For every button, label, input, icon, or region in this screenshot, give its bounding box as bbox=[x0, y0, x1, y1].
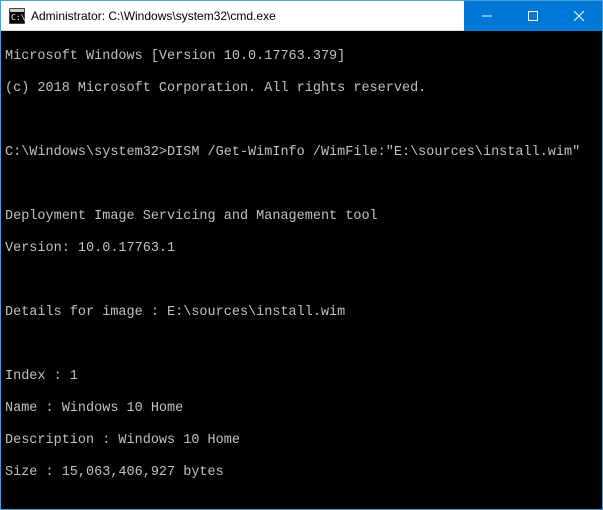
svg-text:C:\: C:\ bbox=[11, 13, 25, 22]
image-name-line: Name : Windows 10 Home bbox=[5, 401, 598, 417]
image-desc-line: Description : Windows 10 Home bbox=[5, 433, 598, 449]
details-line: Details for image : E:\sources\install.w… bbox=[5, 305, 598, 321]
blank-line bbox=[5, 113, 598, 129]
prompt-path: C:\Windows\system32> bbox=[5, 145, 167, 160]
terminal-output[interactable]: Microsoft Windows [Version 10.0.17763.37… bbox=[1, 31, 602, 509]
minimize-button[interactable] bbox=[464, 1, 510, 31]
os-version-line: Microsoft Windows [Version 10.0.17763.37… bbox=[5, 49, 598, 65]
blank-line bbox=[5, 497, 598, 509]
image-index-line: Index : 1 bbox=[5, 369, 598, 385]
blank-line bbox=[5, 177, 598, 193]
command-line: C:\Windows\system32>DISM /Get-WimInfo /W… bbox=[5, 145, 598, 161]
window-controls bbox=[464, 1, 602, 30]
maximize-button[interactable] bbox=[510, 1, 556, 31]
tool-version-line: Version: 10.0.17763.1 bbox=[5, 241, 598, 257]
copyright-line: (c) 2018 Microsoft Corporation. All righ… bbox=[5, 81, 598, 97]
cmd-icon: C:\ bbox=[9, 8, 25, 24]
tool-name-line: Deployment Image Servicing and Managemen… bbox=[5, 209, 598, 225]
close-button[interactable] bbox=[556, 1, 602, 31]
blank-line bbox=[5, 273, 598, 289]
image-size-line: Size : 15,063,406,927 bytes bbox=[5, 465, 598, 481]
blank-line bbox=[5, 337, 598, 353]
command-text: DISM /Get-WimInfo /WimFile:"E:\sources\i… bbox=[167, 145, 580, 160]
window-title: Administrator: C:\Windows\system32\cmd.e… bbox=[31, 9, 464, 23]
titlebar[interactable]: C:\ Administrator: C:\Windows\system32\c… bbox=[1, 1, 602, 31]
